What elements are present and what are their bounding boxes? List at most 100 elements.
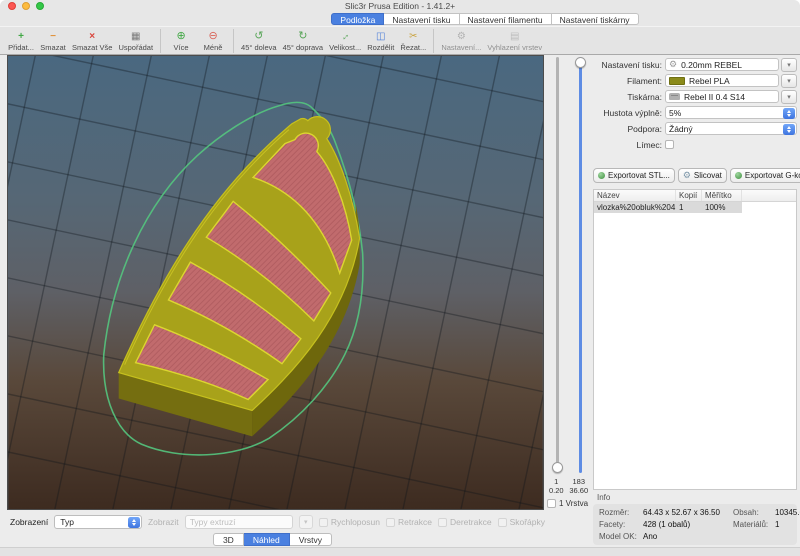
filament-label: Filament:	[590, 76, 662, 86]
arrange-icon: ▦	[131, 30, 140, 43]
layer-range-min-slider[interactable]	[556, 57, 559, 473]
infill-select[interactable]: 5%	[665, 106, 797, 119]
toolbar-separator	[233, 29, 234, 53]
print-settings-label: Nastavení tisku:	[590, 60, 662, 70]
zobrazeni-select[interactable]: Typ	[54, 515, 142, 529]
materials-label: Materiálů:	[733, 520, 775, 529]
add-button[interactable]: + Přidat...	[8, 30, 34, 52]
export-icon	[598, 172, 605, 179]
tab-nastaveni-tiskarny[interactable]: Nastavení tiskárny	[552, 13, 639, 25]
action-buttons: Exportovat STL... ⚙ Slicovat Exportovat …	[593, 168, 797, 183]
export-icon	[735, 172, 742, 179]
checkbox-icon	[386, 518, 395, 527]
window-title: Slic3r Prusa Edition - 1.41.2+	[0, 0, 800, 12]
rotate-right-button[interactable]: ↻ 45° doprava	[283, 30, 324, 52]
layer-slider-column: 1 183 0.20 36.60 1 Vrstva	[545, 55, 590, 547]
export-gcode-button[interactable]: Exportovat G-kód...	[730, 168, 800, 183]
gear-icon: ⚙	[669, 59, 677, 70]
filament-field[interactable]: Rebel PLA	[665, 74, 779, 87]
rotate-right-icon: ↻	[298, 30, 307, 43]
split-icon: ◫	[376, 30, 385, 43]
rotate-left-icon: ↺	[254, 30, 263, 43]
skorapky-checkbox[interactable]: Skořápky	[498, 517, 545, 527]
max-layer-knob[interactable]	[575, 57, 586, 68]
one-layer-checkbox[interactable]: 1 Vrstva	[547, 499, 588, 508]
main-content: Zobrazení Typ Zobrazit ▾ Rychloposun Ret…	[0, 55, 800, 547]
delete-icon: −	[50, 30, 56, 43]
layer-smoothing-button[interactable]: ▤ Vyhlazení vrstev	[487, 30, 542, 52]
zobrazit-input[interactable]	[185, 515, 293, 529]
view-tab-vrstvy[interactable]: Vrstvy	[290, 533, 332, 546]
filament-dropdown-button[interactable]: ▾	[781, 74, 797, 88]
layers-icon: ▤	[510, 30, 519, 43]
object-settings-button[interactable]: ⚙ Nastavení...	[441, 30, 481, 52]
delete-button[interactable]: − Smazat	[40, 30, 66, 52]
3d-viewport[interactable]	[7, 55, 544, 510]
support-select[interactable]: Žádný	[665, 122, 797, 135]
checkbox-icon	[547, 499, 556, 508]
stepper-icon	[783, 124, 795, 135]
view-mode-tabs: 3D Náhled Vrstvy	[213, 533, 332, 546]
display-options-bar: Zobrazení Typ Zobrazit ▾ Rychloposun Ret…	[0, 510, 545, 547]
checkbox-icon	[319, 518, 328, 527]
tab-bar: Podložka Nastavení tisku Nastavení filam…	[0, 12, 800, 26]
delete-all-icon: ×	[89, 30, 95, 43]
print-settings-dropdown-button[interactable]: ▾	[781, 58, 797, 72]
add-icon: +	[18, 30, 24, 43]
table-row[interactable]: vlozka%20obluk%204.stl 1 100%	[594, 202, 796, 213]
scale-button[interactable]: ↔ Velikost...	[329, 30, 361, 52]
slice-button[interactable]: ⚙ Slicovat	[678, 168, 727, 183]
retrakce-checkbox[interactable]: Retrakce	[386, 517, 432, 527]
more-copies-button[interactable]: ⊕ Více	[168, 30, 194, 52]
rotate-left-button[interactable]: ↺ 45° doleva	[241, 30, 277, 52]
tab-nastaveni-tisku[interactable]: Nastavení tisku	[384, 13, 459, 25]
toolbar-separator	[433, 29, 434, 53]
model-ok-value: Ano	[643, 532, 733, 541]
min-layer-knob[interactable]	[552, 462, 563, 473]
infill-label: Hustota výplně:	[590, 108, 662, 118]
max-height-value: 36.60	[568, 486, 591, 495]
deretrakce-checkbox[interactable]: Deretrakce	[438, 517, 492, 527]
brim-checkbox[interactable]	[665, 140, 674, 149]
volume-label: Obsah:	[733, 508, 775, 517]
checkbox-icon	[438, 518, 447, 527]
printer-field[interactable]: Rebel II 0.4 S14	[665, 90, 779, 103]
zobrazeni-label: Zobrazení	[10, 517, 48, 527]
print-preview-canvas	[8, 56, 543, 509]
min-height-value: 0.20	[545, 486, 568, 495]
slice-icon: ⚙	[683, 172, 691, 179]
tab-nastaveni-filamentu[interactable]: Nastavení filamentu	[460, 13, 552, 25]
filament-color-swatch	[669, 77, 685, 85]
checkbox-icon	[498, 518, 507, 527]
printer-label: Tiskárna:	[590, 92, 662, 102]
export-stl-button[interactable]: Exportovat STL...	[593, 168, 675, 183]
printer-icon	[669, 93, 680, 100]
model-ok-label: Model OK:	[599, 532, 643, 541]
zobrazit-dropdown-button[interactable]: ▾	[299, 515, 313, 529]
view-tab-3d[interactable]: 3D	[213, 533, 244, 546]
max-layer-value: 183	[568, 477, 591, 486]
toolbar-separator	[160, 29, 161, 53]
min-layer-value: 1	[545, 477, 568, 486]
model-info-box: Rozměr: 64.43 x 52.67 x 36.50 Obsah: 103…	[593, 504, 797, 545]
fewer-copies-button[interactable]: ⊖ Méně	[200, 30, 226, 52]
settings-panel: Nastavení tisku: ⚙ 0.20mm REBEL ▾ Filame…	[590, 55, 800, 547]
info-title: Info	[597, 493, 797, 502]
cut-button[interactable]: ✂ Řezat...	[400, 30, 426, 52]
brim-label: Límec:	[590, 140, 662, 150]
stepper-icon	[783, 108, 795, 119]
gear-icon: ⚙	[457, 30, 466, 43]
delete-all-button[interactable]: × Smazat Vše	[72, 30, 112, 52]
printer-dropdown-button[interactable]: ▾	[781, 90, 797, 104]
app-window: Slic3r Prusa Edition - 1.41.2+ Podložka …	[0, 0, 800, 556]
view-tab-nahled[interactable]: Náhled	[244, 533, 290, 546]
size-value: 64.43 x 52.67 x 36.50	[643, 508, 733, 517]
minus-circle-icon: ⊖	[208, 30, 217, 43]
arrange-button[interactable]: ▦ Uspořádat	[118, 30, 153, 52]
print-settings-field[interactable]: ⚙ 0.20mm REBEL	[665, 58, 779, 71]
layer-range-max-slider[interactable]	[579, 57, 582, 473]
tab-podlozka[interactable]: Podložka	[331, 13, 384, 25]
split-button[interactable]: ◫ Rozdělit	[367, 30, 394, 52]
table-header: Název Kopií Měřítko	[594, 190, 796, 202]
rychloposun-checkbox[interactable]: Rychloposun	[319, 517, 380, 527]
